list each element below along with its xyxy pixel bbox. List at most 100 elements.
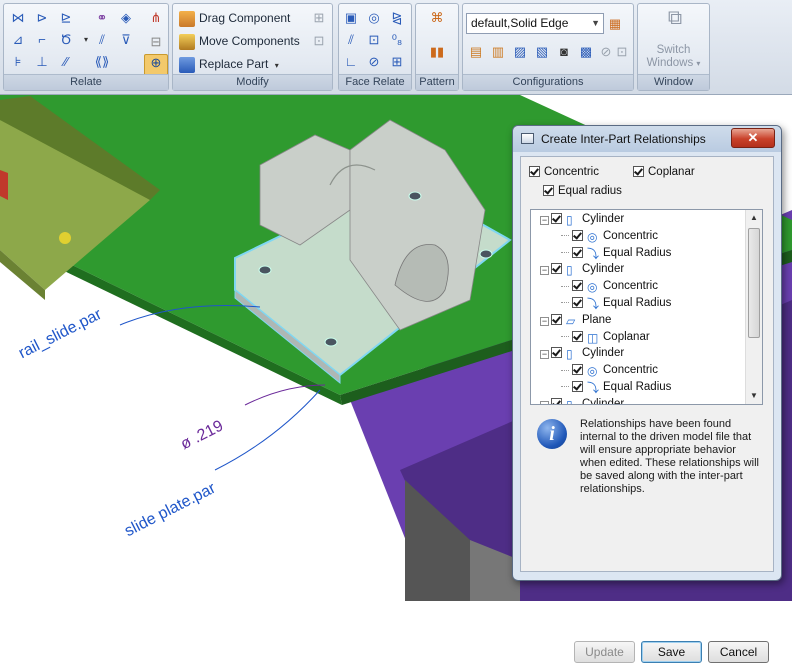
planar-align-icon[interactable]: ⊳ bbox=[34, 10, 50, 26]
tangent-icon[interactable]: ⌐ bbox=[34, 32, 50, 48]
replace-part-dropdown-icon[interactable]: ▾ bbox=[275, 61, 279, 70]
connect-icon[interactable]: ⚭ bbox=[94, 10, 110, 26]
collapse-icon[interactable]: − bbox=[540, 266, 549, 276]
symmetric-icon[interactable]: ⧎ bbox=[389, 10, 405, 26]
relationship-tree[interactable]: ▲ ▼ − ▯ Cylinder ◎ Concentric ⤵ Equal Radius − ▯… bbox=[530, 209, 763, 405]
concentric-face-icon[interactable]: ◎ bbox=[366, 10, 382, 26]
close-button[interactable]: ✕ bbox=[731, 128, 775, 148]
update-button[interactable]: Update bbox=[574, 641, 635, 663]
rigid-set-icon[interactable]: ⊥ bbox=[34, 54, 50, 70]
mate-icon[interactable]: ⋈ bbox=[10, 10, 26, 26]
tree-node-label: Equal Radius bbox=[603, 297, 672, 309]
drag-component-icon bbox=[179, 10, 195, 27]
tree-checkbox-icon[interactable] bbox=[551, 213, 562, 224]
config-icon-8[interactable]: ⊡ bbox=[614, 44, 630, 60]
tree-line-icon bbox=[561, 235, 569, 237]
camera-icon[interactable]: ◙ bbox=[556, 44, 572, 60]
offset-face-icon[interactable]: ⊞ bbox=[389, 54, 405, 70]
config-icon-3[interactable]: ▨ bbox=[512, 44, 528, 60]
collapse-icon[interactable]: − bbox=[540, 216, 549, 225]
tree-node-equal-radius[interactable]: ⤵ Equal Radius bbox=[561, 295, 671, 311]
cancel-button[interactable]: Cancel bbox=[708, 641, 769, 663]
center-plane-icon[interactable]: ⁄⁄ bbox=[58, 54, 74, 70]
save-button[interactable]: Save bbox=[641, 641, 702, 663]
tree-node-equal-radius[interactable]: ⤵ Equal Radius bbox=[561, 245, 671, 261]
config-icon-4[interactable]: ▧ bbox=[534, 44, 550, 60]
equal-radius-checkbox[interactable]: Equal radius bbox=[543, 185, 622, 197]
config-icon-1[interactable]: ▤ bbox=[468, 44, 484, 60]
coplanar-option-label: Coplanar bbox=[648, 166, 695, 178]
perpendicular-face-icon[interactable]: ∟ bbox=[343, 54, 359, 70]
tree-node-equal-radius[interactable]: ⤵ Equal Radius bbox=[561, 379, 671, 395]
checkbox-icon bbox=[529, 166, 540, 177]
angle-icon[interactable]: ⊿ bbox=[10, 32, 26, 48]
tree-scrollbar[interactable]: ▲ ▼ bbox=[745, 210, 762, 404]
ground-icon[interactable]: ⊟ bbox=[148, 34, 164, 50]
collapse-icon[interactable]: − bbox=[540, 400, 549, 404]
switch-windows-label-2: Windows ▾ bbox=[646, 57, 701, 69]
flash-fit-icon[interactable]: ⋔ bbox=[148, 10, 164, 26]
tree-checkbox-icon[interactable] bbox=[572, 364, 583, 376]
tangent-face-icon[interactable]: ⊡ bbox=[366, 32, 382, 48]
dialog-client: Concentric Coplanar Equal radius ▲ ▼ − ▯ C… bbox=[520, 156, 774, 572]
match-coordinate-icon[interactable]: ⟪⟫ bbox=[94, 54, 110, 70]
tree-node-cylinder[interactable]: − ▯ Cylinder bbox=[540, 396, 624, 404]
scroll-up-icon[interactable]: ▲ bbox=[746, 210, 762, 226]
tree-node-label: Coplanar bbox=[603, 330, 650, 343]
config-icon-2[interactable]: ▥ bbox=[490, 44, 506, 60]
cam-icon[interactable]: Ծ bbox=[58, 32, 74, 48]
tree-checkbox-icon[interactable] bbox=[551, 347, 562, 359]
concentric-icon: ◎ bbox=[587, 280, 598, 295]
tree-checkbox-icon[interactable] bbox=[572, 246, 583, 258]
configuration-select[interactable]: default,Solid Edge ▼ bbox=[466, 13, 604, 34]
tree-checkbox-icon[interactable] bbox=[572, 330, 583, 342]
tree-checkbox-icon[interactable] bbox=[572, 381, 583, 392]
scroll-thumb[interactable] bbox=[748, 228, 760, 338]
coplanar-face-icon[interactable]: ▣ bbox=[343, 10, 359, 26]
tree-checkbox-icon[interactable] bbox=[572, 229, 583, 241]
drag-component-button[interactable]: Drag Component bbox=[179, 8, 290, 28]
tree-node-plane[interactable]: − ▱ Plane bbox=[540, 312, 611, 328]
axial-align-icon[interactable]: ⊵ bbox=[58, 10, 74, 26]
face-relate-group-title: Face Relate bbox=[339, 74, 411, 90]
tree-checkbox-icon[interactable] bbox=[551, 397, 562, 404]
tree-node-coplanar[interactable]: ◫ Coplanar bbox=[561, 329, 650, 345]
parallel-face-icon[interactable]: ⫽ bbox=[343, 32, 359, 48]
tree-checkbox-icon[interactable] bbox=[572, 280, 583, 292]
mirror-pattern-icon[interactable]: ▮▮ bbox=[429, 44, 445, 60]
tree-line-icon bbox=[561, 302, 569, 304]
pattern-icon[interactable]: ⌘ bbox=[429, 10, 445, 26]
tree-node-concentric[interactable]: ◎ Concentric bbox=[561, 278, 658, 294]
face-relate-group: ▣ ◎ ⧎ ⫽ ⊡ ⁰₈ ∟ ⊘ ⊞ Face Relate bbox=[338, 3, 412, 91]
tree-checkbox-icon[interactable] bbox=[551, 263, 562, 275]
scroll-down-icon[interactable]: ▼ bbox=[746, 388, 762, 404]
align-holes-icon[interactable]: ⁰₈ bbox=[389, 32, 405, 48]
path-icon[interactable]: ⊧ bbox=[10, 54, 26, 70]
config-icon-6[interactable]: ▩ bbox=[578, 44, 594, 60]
move-components-button[interactable]: Move Components bbox=[179, 31, 300, 51]
rigid-face-icon[interactable]: ⊘ bbox=[366, 54, 382, 70]
tree-node-cylinder[interactable]: − ▯ Cylinder bbox=[540, 261, 624, 277]
collapse-icon[interactable]: − bbox=[540, 350, 549, 360]
tree-node-cylinder[interactable]: − ▯ Cylinder bbox=[540, 345, 624, 361]
show-relationships-icon[interactable]: ⊕ bbox=[144, 54, 168, 76]
tree-node-concentric[interactable]: ◎ Concentric bbox=[561, 228, 658, 244]
dialog-titlebar[interactable]: Create Inter-Part Relationships ✕ bbox=[513, 126, 781, 152]
disperse-icon[interactable]: ⊞ bbox=[311, 10, 327, 26]
tree-checkbox-icon[interactable] bbox=[572, 297, 583, 308]
transfer-icon[interactable]: ⊡ bbox=[311, 33, 327, 49]
gear-relationship-icon[interactable]: ⊽ bbox=[118, 32, 134, 48]
replace-part-button[interactable]: Replace Part ▾ bbox=[179, 54, 279, 74]
tree-node-concentric[interactable]: ◎ Concentric bbox=[561, 362, 658, 378]
config-icon-7[interactable]: ⊘ bbox=[598, 44, 614, 60]
save-configuration-icon[interactable]: ▦ bbox=[607, 16, 623, 32]
tree-checkbox-icon[interactable] bbox=[551, 313, 562, 325]
tree-node-cylinder[interactable]: − ▯ Cylinder bbox=[540, 211, 624, 227]
concentric-checkbox[interactable]: Concentric bbox=[529, 166, 599, 178]
dropdown-arrow-icon[interactable]: ▾ bbox=[78, 32, 94, 48]
insert-icon[interactable]: ◈ bbox=[118, 10, 134, 26]
collapse-icon[interactable]: − bbox=[540, 316, 549, 326]
coplanar-checkbox[interactable]: Coplanar bbox=[633, 166, 695, 178]
switch-windows-button[interactable]: Switch Windows ▾ bbox=[638, 44, 709, 70]
parallel-icon[interactable]: ⫽ bbox=[94, 32, 110, 48]
